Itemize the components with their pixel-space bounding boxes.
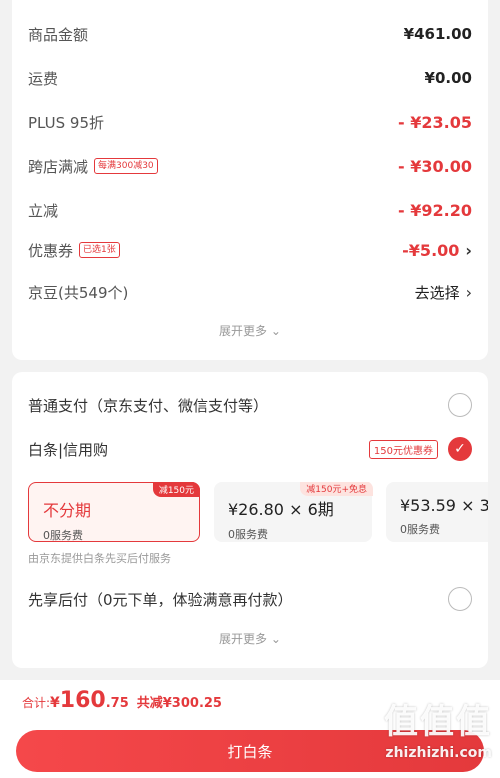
plan-6-installments[interactable]: 减150元+免息 ¥26.80 × 6期 0服务费: [214, 482, 373, 542]
pay-later-label: 先享后付（0元下单，体验满意再付款）: [28, 590, 293, 609]
plan-badge: 减150元+免息: [300, 482, 373, 496]
baitiao-radio-checked[interactable]: ✓: [448, 437, 472, 461]
coupon-selected-tag: 已选1张: [79, 242, 120, 258]
instant-discount-label: 立减: [28, 201, 59, 220]
payment-expand-more[interactable]: 展开更多 ⌄: [12, 630, 488, 647]
instant-discount-row: 立减 - ¥92.20: [28, 195, 472, 225]
pay-later-radio[interactable]: [448, 587, 472, 611]
plus-discount-value: - ¥23.05: [398, 112, 472, 132]
pay-later-option[interactable]: 先享后付（0元下单，体验满意再付款）: [28, 582, 472, 616]
plan-3-installments[interactable]: ¥53.59 × 3 0服务费: [386, 482, 488, 542]
jingdou-label: 京豆(共549个): [28, 283, 129, 302]
shipping-row: 运费 ¥0.00: [28, 63, 472, 93]
plan-main: ¥26.80 × 6期: [228, 500, 334, 519]
provider-note: 由京东提供白条先买后付服务: [28, 552, 171, 565]
jingdou-select-link[interactable]: 去选择: [415, 282, 460, 303]
total-amount: 合计: ¥ 160 .75 共减¥300.25: [22, 688, 222, 713]
summary-expand-more[interactable]: 展开更多 ⌄: [12, 322, 488, 339]
instant-discount-value: - ¥92.20: [398, 200, 472, 220]
plan-fee: 0服务费: [400, 523, 440, 536]
goods-amount-row: 商品金额 ¥461.00: [28, 19, 472, 49]
watermark-logo: 值值值: [384, 702, 492, 742]
plan-fee: 0服务费: [43, 529, 83, 542]
chevron-down-icon: ⌄: [270, 324, 281, 338]
goods-amount-label: 商品金额: [28, 25, 89, 44]
shipping-value: ¥0.00: [424, 69, 472, 87]
plan-badge: 减150元: [152, 482, 200, 497]
cross-store-discount-tag: 每满300减30: [94, 158, 158, 174]
chevron-right-icon: ›: [465, 282, 472, 302]
site-watermark: 值值值 zhizhizhi.com: [352, 694, 492, 761]
jingdou-row[interactable]: 京豆(共549个) 去选择 ›: [28, 277, 472, 307]
coupon-value: -¥5.00: [402, 240, 460, 260]
chevron-down-icon: ⌄: [270, 632, 281, 646]
payment-expand-label: 展开更多: [219, 632, 268, 646]
cross-store-discount-label: 跨店满减: [28, 157, 89, 176]
plan-main: 不分期: [43, 501, 92, 520]
plan-main: ¥53.59 × 3: [400, 496, 488, 515]
total-decimal: .75: [105, 696, 129, 711]
coupon-row[interactable]: 优惠券 已选1张 -¥5.00 ›: [28, 235, 472, 265]
baitiao-coupon-tag: 150元优惠券: [368, 439, 438, 459]
checkout-footer: 合计: ¥ 160 .75 共减¥300.25 打白条 值值值 zhizhizh…: [0, 680, 500, 778]
summary-expand-label: 展开更多: [219, 324, 268, 338]
general-payment-radio[interactable]: [448, 393, 472, 417]
cross-store-discount-row: 跨店满减 每满300减30 - ¥30.00: [28, 151, 472, 181]
baitiao-label: 白条|信用购: [28, 440, 109, 459]
coupon-label: 优惠券: [28, 241, 74, 260]
general-payment-label: 普通支付（京东支付、微信支付等）: [28, 396, 269, 415]
total-currency: ¥: [50, 695, 60, 711]
total-label: 合计:: [22, 696, 51, 710]
shipping-label: 运费: [28, 69, 59, 88]
payment-method-card: 普通支付（京东支付、微信支付等） 白条|信用购 150元优惠券 ✓ 减150元 …: [12, 372, 488, 668]
baitiao-option[interactable]: 白条|信用购 150元优惠券 ✓: [28, 432, 472, 466]
plus-discount-row: PLUS 95折 - ¥23.05: [28, 107, 472, 137]
installment-plans: 减150元 不分期 0服务费 减150元+免息 ¥26.80 × 6期 0服务费…: [28, 482, 488, 548]
order-summary-card: 商品金额 ¥461.00 运费 ¥0.00 PLUS 95折 - ¥23.05 …: [12, 0, 488, 360]
general-payment-option[interactable]: 普通支付（京东支付、微信支付等）: [28, 388, 472, 422]
total-integer: 160: [59, 688, 106, 713]
total-discount: 共减¥300.25: [136, 696, 222, 711]
watermark-url: zhizhizhi.com: [385, 745, 492, 761]
plan-fee: 0服务费: [228, 528, 268, 541]
plan-no-installment[interactable]: 减150元 不分期 0服务费: [28, 482, 200, 542]
cross-store-discount-value: - ¥30.00: [398, 156, 472, 176]
plus-discount-label: PLUS 95折: [28, 113, 105, 132]
chevron-right-icon: ›: [465, 240, 472, 260]
goods-amount-value: ¥461.00: [403, 25, 472, 43]
